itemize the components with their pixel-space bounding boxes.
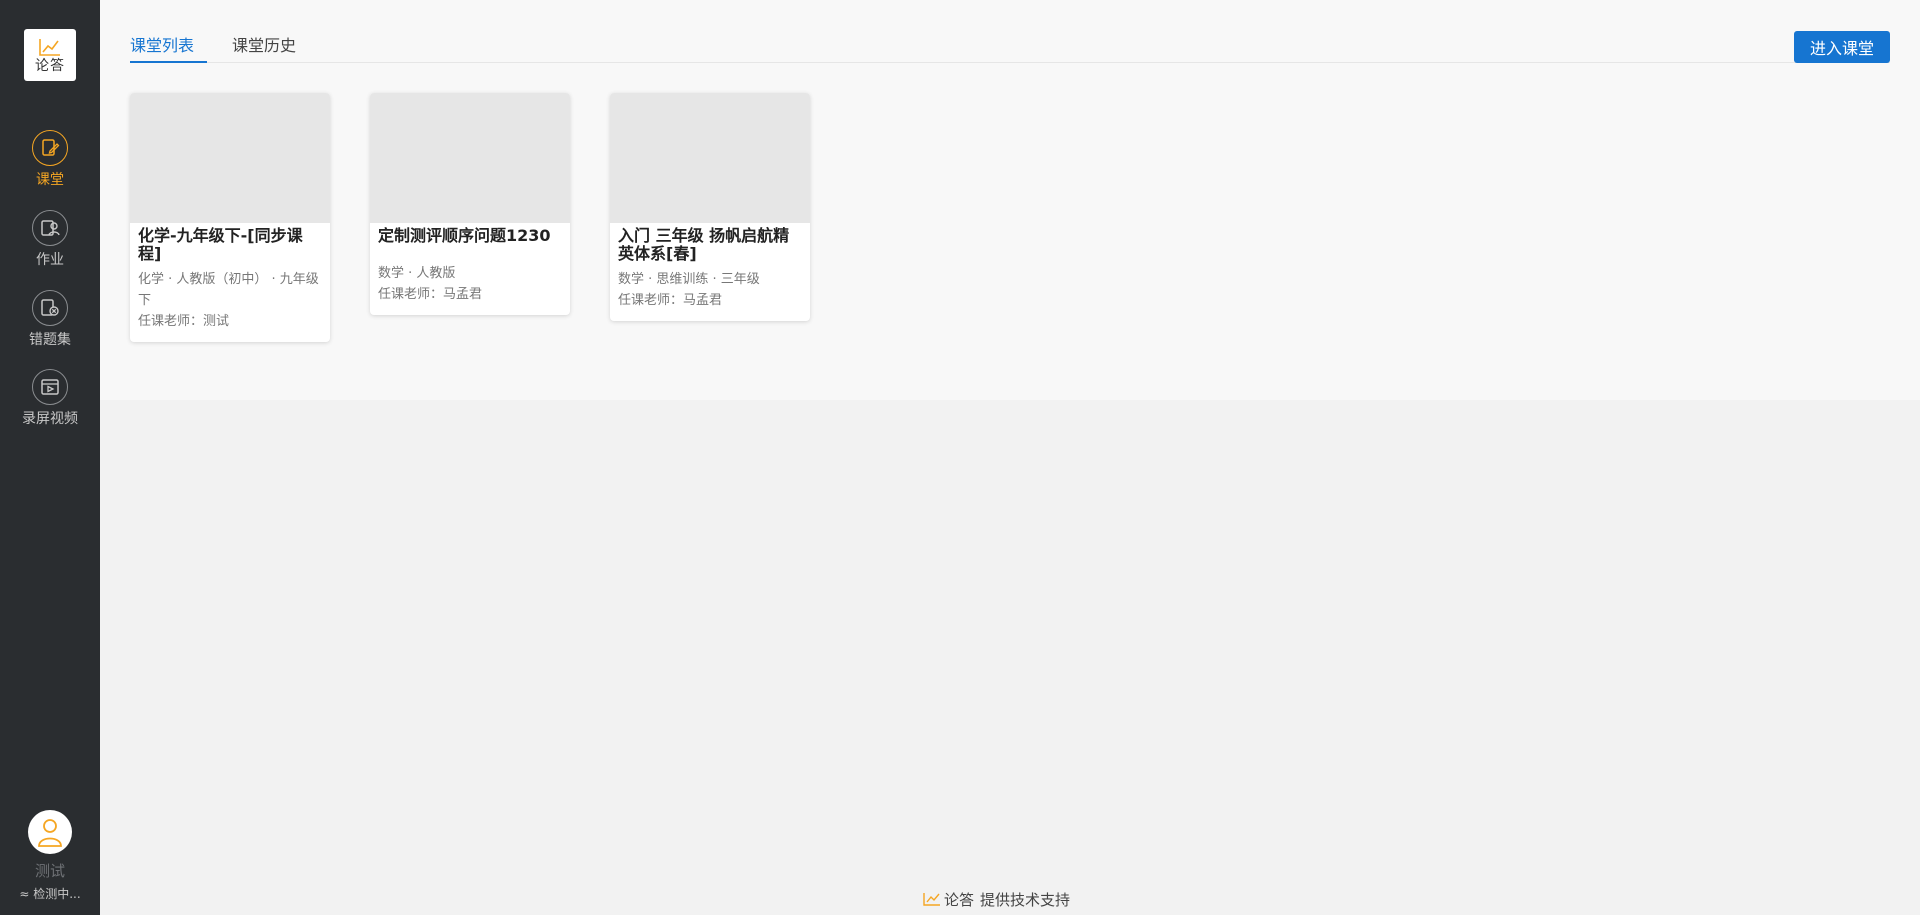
mistakes-icon xyxy=(32,290,68,326)
course-title: 化学-九年级下-[同步课程] xyxy=(138,226,303,263)
chart-logo-icon xyxy=(39,39,60,56)
course-thumbnail xyxy=(370,93,570,223)
nav-item-screen-record[interactable]: 录屏视频 xyxy=(0,369,100,437)
course-thumbnail xyxy=(130,93,330,223)
nav-label: 录屏视频 xyxy=(22,411,78,427)
enter-classroom-button[interactable]: 进入课堂 xyxy=(1794,31,1890,63)
classroom-icon xyxy=(32,130,68,166)
nav-item-classroom[interactable]: 课堂 xyxy=(0,130,100,198)
course-meta: 化学 · 人教版（初中） · 九年级下 xyxy=(138,272,319,308)
nav-label: 错题集 xyxy=(29,332,71,348)
course-teacher: 任课老师：马孟君 xyxy=(618,293,723,308)
course-card[interactable]: 化学-九年级下-[同步课程] 化学 · 人教版（初中） · 九年级下 任课老师：… xyxy=(130,93,330,342)
status-text: 检测中... xyxy=(33,887,81,901)
course-teacher: 任课老师：测试 xyxy=(138,314,230,329)
user-avatar[interactable] xyxy=(28,810,72,854)
user-name: 测试 xyxy=(34,862,65,880)
nav-item-mistakes[interactable]: 错题集 xyxy=(0,290,100,358)
connection-status: ≈ 检测中... xyxy=(0,885,100,902)
wifi-icon: ≈ xyxy=(19,887,30,901)
footer-logo-text: 论答 xyxy=(944,890,975,909)
tab-bar: 课堂列表 课堂历史 xyxy=(130,28,1890,63)
app-logo[interactable]: 论答 xyxy=(24,29,76,81)
homework-icon xyxy=(32,210,68,246)
course-title: 定制测评顺序问题1230 xyxy=(378,226,551,245)
course-title: 入门 三年级 扬帆启航精英体系[春] xyxy=(618,226,790,263)
logo-text: 论答 xyxy=(35,58,65,74)
avatar-icon xyxy=(38,819,62,847)
tab-classroom-list[interactable]: 课堂列表 xyxy=(130,28,207,63)
course-thumbnail xyxy=(610,93,810,223)
tab-classroom-history[interactable]: 课堂历史 xyxy=(232,28,300,63)
nav-label: 课堂 xyxy=(36,172,64,188)
course-card[interactable]: 定制测评顺序问题1230 数学 · 人教版 任课老师：马孟君 xyxy=(370,93,570,315)
chart-logo-icon xyxy=(923,893,940,906)
nav-label: 作业 xyxy=(36,252,64,268)
course-meta: 数学 · 思维训练 · 三年级 xyxy=(618,272,760,287)
course-card[interactable]: 入门 三年级 扬帆启航精英体系[春] 数学 · 思维训练 · 三年级 任课老师：… xyxy=(610,93,810,321)
nav-item-homework[interactable]: 作业 xyxy=(0,210,100,278)
course-meta: 数学 · 人教版 xyxy=(378,266,456,281)
course-teacher: 任课老师：马孟君 xyxy=(378,287,483,302)
footer-text: 提供技术支持 xyxy=(980,890,1071,909)
screen-record-icon xyxy=(32,369,68,405)
sidebar: 论答 课堂 作业 错题集 录屏视频 测试 ≈ 检测中... xyxy=(0,0,100,915)
footer: 论答 提供技术支持 xyxy=(922,888,1070,910)
